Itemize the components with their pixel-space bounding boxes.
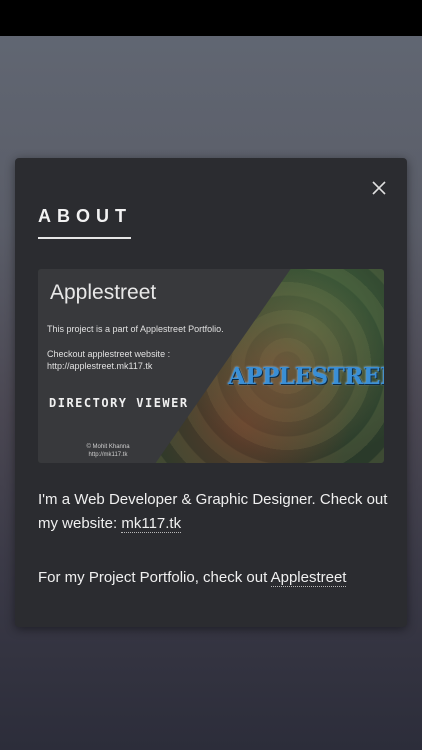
title-underline: [38, 237, 131, 239]
applestreet-banner-image: Applestreet This project is a part of Ap…: [38, 269, 384, 463]
banner-line-2: Checkout applestreet website :: [47, 349, 171, 359]
status-bar: [0, 0, 422, 36]
applestreet-link[interactable]: Applestreet: [270, 569, 347, 587]
banner-credit-url: http://mk117.tk: [88, 452, 128, 458]
about-title: ABOUT: [38, 206, 132, 226]
para2-text: For my Project Portfolio, check out: [38, 569, 271, 586]
banner-line-3: http://applestreet.mk117.tk: [47, 361, 153, 371]
about-paragraph-1: I'm a Web Developer & Graphic Designer. …: [38, 488, 388, 536]
close-icon[interactable]: [369, 178, 389, 198]
banner-line-1: This project is a part of Applestreet Po…: [47, 324, 224, 334]
banner-title: Applestreet: [50, 281, 157, 304]
para1-text: I'm a Web Developer & Graphic Designer. …: [38, 491, 388, 532]
about-paragraph-2: For my Project Portfolio, check out Appl…: [38, 566, 388, 590]
website-link[interactable]: mk117.tk: [121, 515, 182, 533]
about-modal: ABOUT Applestreet This project is a part…: [15, 158, 407, 627]
banner-logo: APPLESTREET: [228, 363, 384, 390]
banner-directory-viewer: DIRECTORY VIEWER: [49, 396, 189, 410]
